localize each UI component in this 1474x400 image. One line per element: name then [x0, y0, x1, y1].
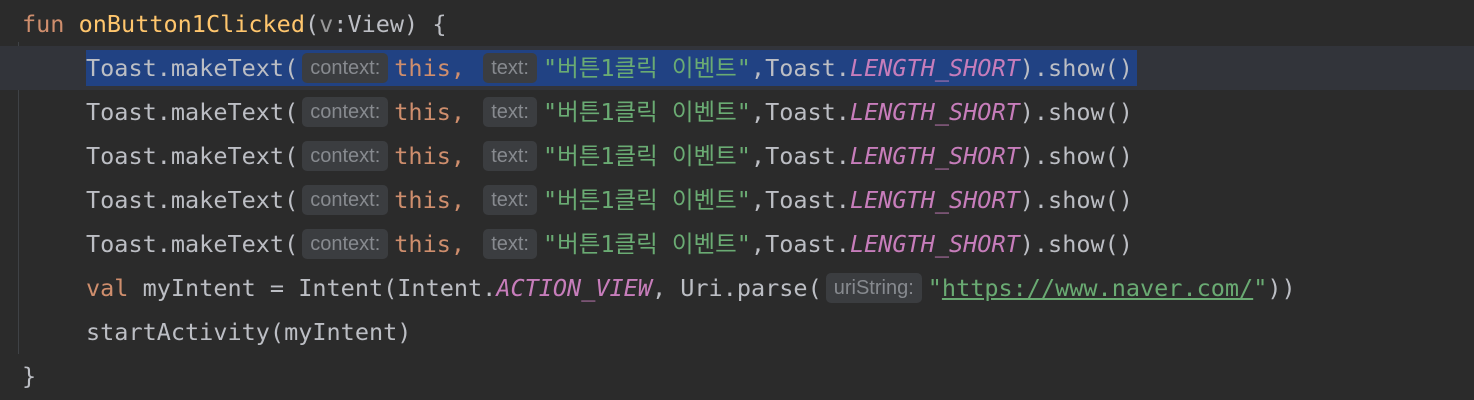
val-keyword: val [86, 274, 129, 302]
code-line-closing-brace[interactable]: } [0, 354, 1474, 398]
constant: LENGTH_SHORT [849, 142, 1020, 170]
inlay-hint-text: text: [483, 141, 537, 171]
code-line-toast[interactable]: Toast.makeText(context: this, text: "버튼1클릭… [0, 134, 1474, 178]
inlay-hint-text: text: [483, 97, 537, 127]
inlay-hint-context: context: [302, 185, 389, 215]
code-line-function-decl[interactable]: fun onButton1Clicked(v: View) { [0, 2, 1474, 46]
inlay-hint-uri-string: uriString: [825, 273, 922, 303]
code-line-toast-selected[interactable]: Toast.makeText(context: this, text: "버튼1클릭… [0, 46, 1474, 90]
fun-keyword: fun [22, 10, 65, 38]
inlay-hint-context: context: [302, 53, 389, 83]
string-literal: "버튼1클릭 이벤트" [542, 98, 751, 126]
text-selection: Toast.makeText(context: this, text: "버튼1클릭… [86, 50, 1137, 86]
inlay-hint-context: context: [302, 141, 389, 171]
constant: ACTION_VIEW [496, 274, 652, 302]
inlay-hint-text: text: [483, 185, 537, 215]
code-line-toast[interactable]: Toast.makeText(context: this, text: "버튼1클릭… [0, 222, 1474, 266]
code-line-start-activity[interactable]: startActivity(myIntent) [0, 310, 1474, 354]
inlay-hint-context: context: [302, 97, 389, 127]
parameter-type: View [347, 10, 405, 38]
constant: LENGTH_SHORT [849, 186, 1020, 214]
constant: LENGTH_SHORT [849, 54, 1020, 82]
function-name: onButton1Clicked [78, 10, 305, 38]
string-literal: "버튼1클릭 이벤트" [542, 230, 751, 258]
code-editor[interactable]: fun onButton1Clicked(v: View) { Toast.mak… [0, 0, 1474, 400]
code-line-toast[interactable]: Toast.makeText(context: this, text: "버튼1클릭… [0, 90, 1474, 134]
string-literal: "버튼1클릭 이벤트" [542, 142, 751, 170]
inlay-hint-text: text: [483, 53, 537, 83]
constant: LENGTH_SHORT [849, 230, 1020, 258]
string-literal: "버튼1클릭 이벤트" [542, 54, 751, 82]
inlay-hint-text: text: [483, 229, 537, 259]
code-line-toast[interactable]: Toast.makeText(context: this, text: "버튼1클릭… [0, 178, 1474, 222]
code-line-intent[interactable]: val myIntent = Intent(Intent. ACTION_VIEW… [0, 266, 1474, 310]
parameter-name: v [319, 10, 334, 38]
constant: LENGTH_SHORT [849, 98, 1020, 126]
inlay-hint-context: context: [302, 229, 389, 259]
url-link[interactable]: https://www.naver.com/ [942, 266, 1253, 310]
string-literal: "버튼1클릭 이벤트" [542, 186, 751, 214]
